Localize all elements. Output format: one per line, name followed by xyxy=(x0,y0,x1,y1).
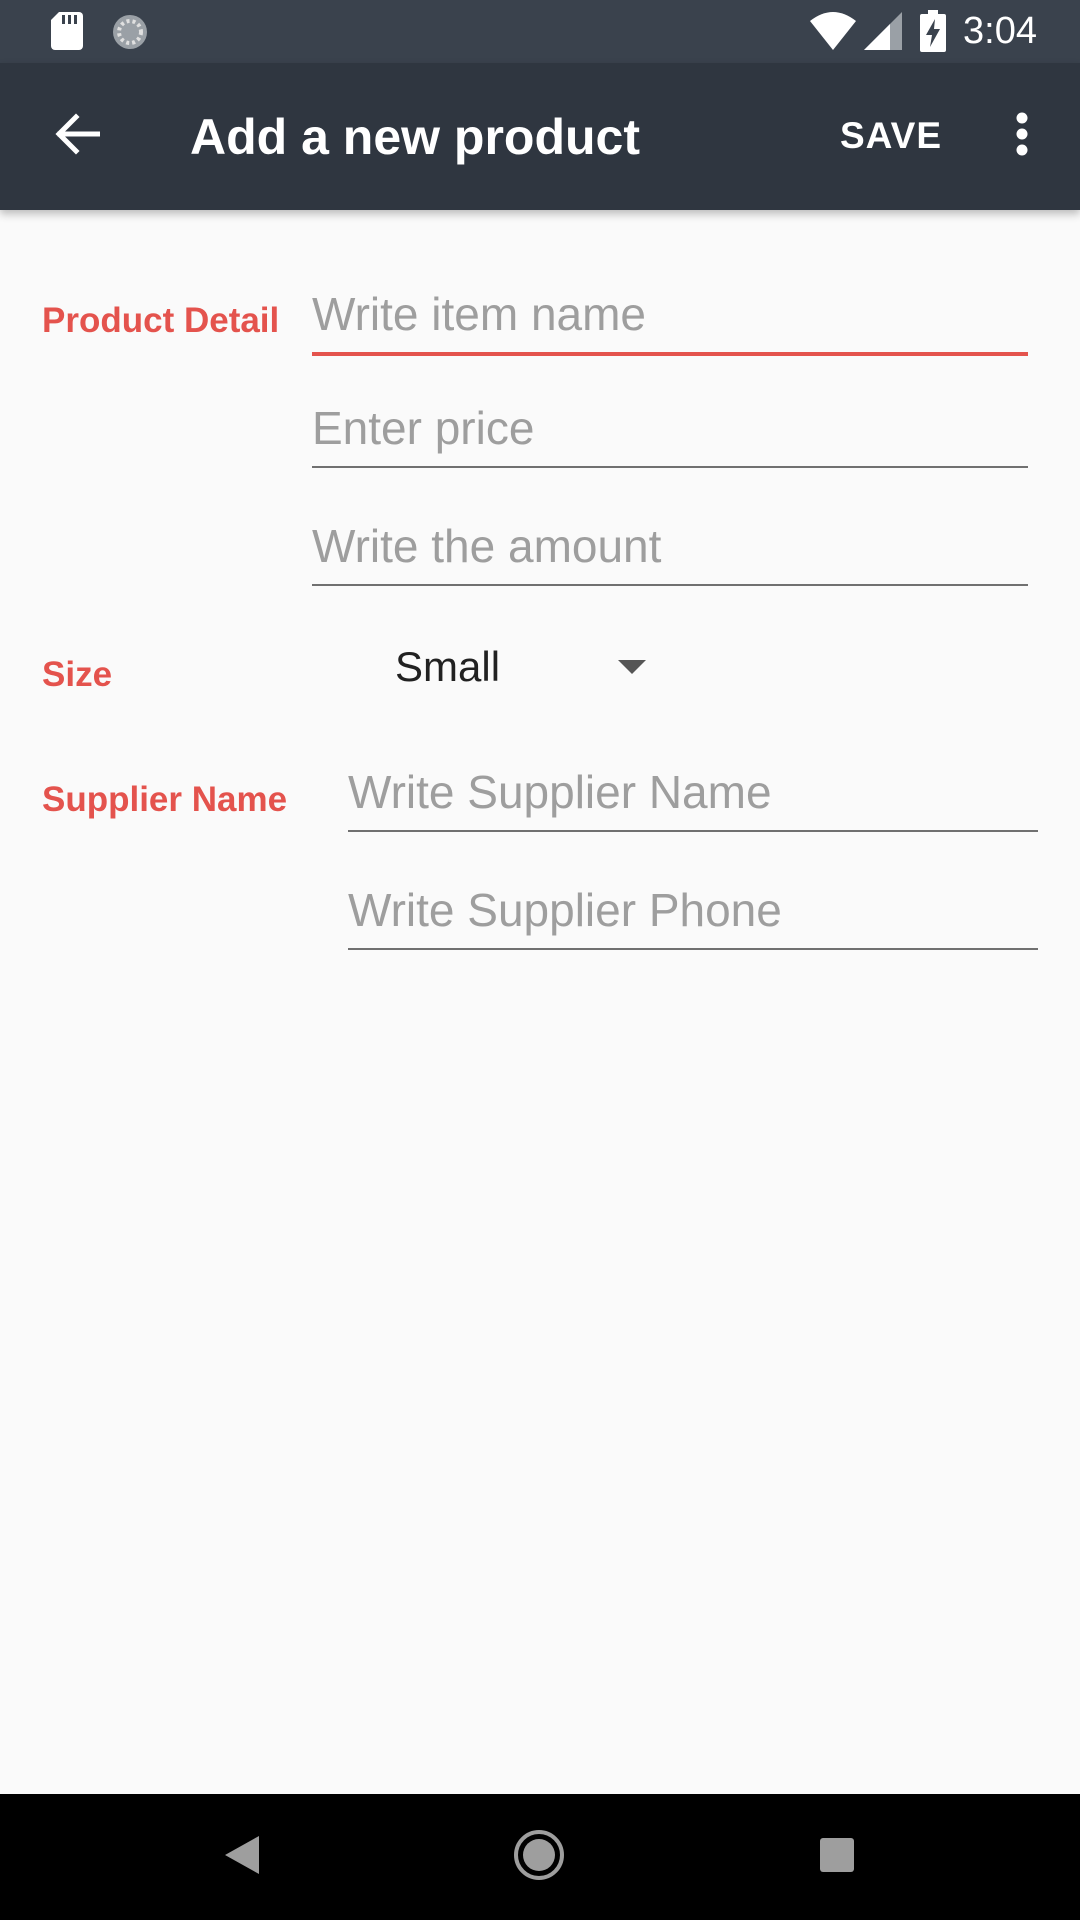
status-clock: 3:04 xyxy=(963,10,1037,52)
navigation-bar xyxy=(0,1794,1080,1920)
supplier-name-field[interactable] xyxy=(348,762,1038,832)
overflow-menu-button[interactable] xyxy=(1000,103,1044,169)
price-field[interactable] xyxy=(312,398,1028,468)
arrow-back-icon xyxy=(54,111,101,162)
back-button[interactable] xyxy=(34,93,120,179)
signal-icon xyxy=(864,12,902,55)
more-vert-icon xyxy=(1016,112,1028,161)
item-name-input[interactable] xyxy=(312,284,1028,344)
price-input[interactable] xyxy=(312,398,1028,458)
item-name-field[interactable] xyxy=(312,284,1028,356)
supplier-name-label: Supplier Name xyxy=(42,780,288,819)
amount-input[interactable] xyxy=(312,516,1028,576)
sd-card-icon xyxy=(51,12,83,55)
app-bar: Add a new product SAVE xyxy=(0,63,1080,210)
size-label: Size xyxy=(42,655,113,694)
supplier-phone-field[interactable] xyxy=(348,880,1038,950)
supplier-phone-input[interactable] xyxy=(348,880,1038,940)
wifi-icon xyxy=(810,12,856,55)
save-button[interactable]: SAVE xyxy=(840,108,942,164)
amount-field[interactable] xyxy=(312,516,1028,586)
nav-recents-button[interactable] xyxy=(801,1821,873,1893)
dropdown-arrow-icon xyxy=(618,660,646,679)
page-title: Add a new product xyxy=(190,109,640,165)
battery-charging-icon xyxy=(920,10,946,57)
nav-home-icon xyxy=(513,1829,565,1886)
nav-home-button[interactable] xyxy=(503,1821,575,1893)
nav-recents-icon xyxy=(819,1837,855,1878)
nav-back-button[interactable] xyxy=(206,1821,278,1893)
sync-icon xyxy=(111,13,149,56)
size-selected-value: Small xyxy=(395,643,501,690)
product-detail-label: Product Detail xyxy=(42,301,280,340)
screen: 3:04 Add a new product SAVE Product Deta… xyxy=(0,0,1080,1920)
supplier-name-input[interactable] xyxy=(348,762,1038,822)
size-dropdown[interactable]: Small xyxy=(380,632,660,706)
nav-back-icon xyxy=(225,1835,259,1879)
status-bar: 3:04 xyxy=(0,0,1080,63)
